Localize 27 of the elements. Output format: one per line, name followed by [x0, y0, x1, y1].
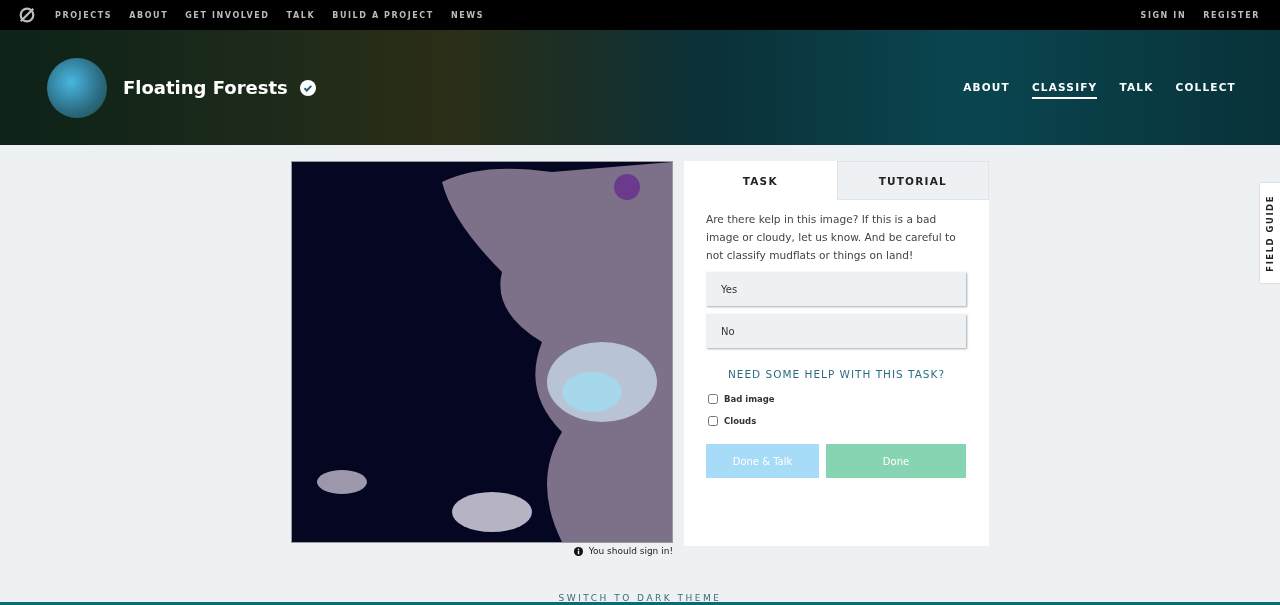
- top-nav-link[interactable]: PROJECTS: [55, 10, 113, 20]
- logo-icon[interactable]: [18, 6, 36, 24]
- flag-label: Clouds: [724, 416, 757, 426]
- project-nav-link[interactable]: CLASSIFY: [1031, 76, 1098, 99]
- project-nav-link[interactable]: ABOUT: [963, 76, 1010, 99]
- project-nav-link[interactable]: TALK: [1119, 76, 1154, 99]
- account-link[interactable]: SIGN IN: [1140, 10, 1187, 20]
- info-icon: [573, 546, 583, 556]
- project-nav-link[interactable]: COLLECT: [1175, 76, 1236, 99]
- task-question: Are there kelp in this image? If this is a bad image or cloudy, let us know. And be careful to not classify mudflats or things on land!: [706, 212, 957, 263]
- flag-checkbox[interactable]: [708, 416, 718, 426]
- top-nav-link[interactable]: GET INVOLVED: [185, 10, 270, 20]
- flag-label: Bad image: [724, 394, 775, 404]
- theme-toggle-link[interactable]: SWITCH TO DARK THEME: [558, 593, 722, 602]
- account-link[interactable]: REGISTER: [1203, 10, 1260, 20]
- sign-in-text: You should sign in!: [588, 546, 673, 556]
- flag-checkbox[interactable]: [708, 394, 718, 404]
- field-guide-tab[interactable]: FIELD GUIDE: [1260, 183, 1280, 283]
- top-nav-link[interactable]: BUILD A PROJECT: [332, 10, 434, 20]
- top-nav-link[interactable]: ABOUT: [129, 10, 169, 20]
- top-nav-link[interactable]: NEWS: [450, 10, 485, 20]
- help-link[interactable]: NEED SOME HELP WITH THIS TASK?: [706, 368, 967, 380]
- answer-option[interactable]: No: [706, 314, 966, 348]
- panel-tab[interactable]: TUTORIAL: [836, 161, 989, 200]
- project-title[interactable]: Floating Forests: [123, 77, 288, 98]
- answer-option[interactable]: Yes: [706, 272, 966, 306]
- top-nav-link[interactable]: TALK: [286, 10, 316, 20]
